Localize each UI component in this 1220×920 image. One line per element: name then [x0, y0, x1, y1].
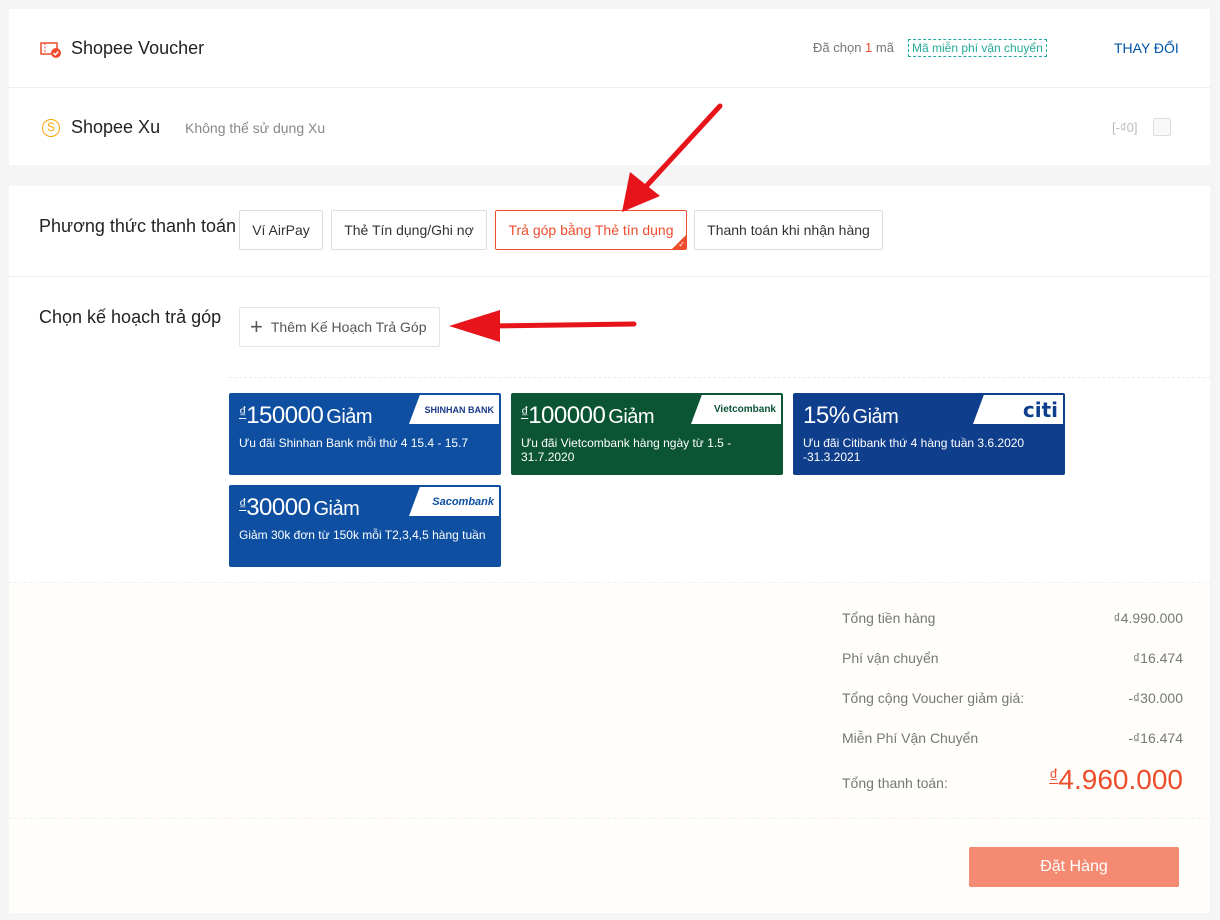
voucher-icon: [40, 42, 61, 58]
payment-installment-label: Trả góp bằng Thẻ tín dụng: [508, 222, 674, 238]
change-voucher-link[interactable]: THAY ĐỔI: [1114, 40, 1179, 56]
promo-giam: Giảm: [608, 406, 655, 428]
xu-value: [-₫0]: [1112, 120, 1138, 135]
currency-symbol: ₫: [239, 404, 247, 421]
promo-amount: ₫100000 Giảm: [521, 402, 655, 430]
vietcombank-logo: Vietcombank: [691, 395, 781, 424]
voucher-card: Shopee Voucher Đã chọn 1 mã Mã miễn phí …: [9, 9, 1210, 165]
promo-description: Ưu đãi Vietcombank hàng ngày từ 1.5 - 31…: [521, 436, 732, 464]
summary-value-subtotal: ₫4.990.000: [1113, 610, 1183, 626]
voucher-selected-prefix: Đã chọn: [813, 40, 862, 55]
add-installment-plan-label: Thêm Kế Hoạch Trả Góp: [270, 319, 427, 335]
bank-logo-text: citi: [1022, 397, 1058, 422]
installment-plan-label: Chọn kế hoạch trả góp: [39, 307, 222, 327]
free-shipping-tag: Mã miễn phí vận chuyển: [908, 39, 1047, 57]
order-footer: Đặt Hàng: [9, 818, 1210, 913]
currency-symbol: ₫: [521, 404, 529, 421]
divider: [9, 276, 1210, 277]
add-installment-plan-button[interactable]: + Thêm Kế Hoạch Trả Góp: [239, 307, 440, 347]
order-summary: Tổng tiền hàng ₫4.990.000 Phí vận chuyển…: [9, 582, 1210, 826]
promo-giam: Giảm: [313, 498, 360, 520]
payment-method-label: Phương thức thanh toán: [39, 216, 237, 236]
currency-symbol: ₫: [1049, 766, 1059, 786]
promo-amount-value: 150000: [246, 402, 324, 429]
currency-symbol: ₫: [239, 496, 247, 513]
promo-description: Giảm 30k đơn từ 150k mỗi T2,3,4,5 hàng t…: [239, 528, 486, 542]
summary-label-subtotal: Tổng tiền hàng: [842, 610, 936, 626]
promo-amount: ₫30000 Giảm: [239, 494, 360, 522]
payment-cod-button[interactable]: Thanh toán khi nhận hàng: [694, 210, 883, 250]
promo-giam: Giảm: [326, 406, 373, 428]
promo-card-vietcombank[interactable]: ₫100000 Giảm Ưu đãi Vietcombank hàng ngày…: [511, 393, 783, 475]
bank-logo-text: SHINHAN BANK: [424, 404, 495, 415]
promo-description: Ưu đãi Citibank thứ 4 hàng tuần 3.6.2020…: [803, 436, 1025, 464]
summary-label-voucher: Tổng cộng Voucher giảm giá:: [842, 690, 1025, 706]
promo-amount: 15% Giảm: [803, 402, 899, 430]
voucher-title: Shopee Voucher: [71, 38, 205, 58]
divider: [229, 377, 1210, 378]
bank-logo-text: Vietcombank: [713, 404, 776, 415]
plus-icon: +: [250, 314, 263, 339]
voucher-selected-suffix: mã: [875, 40, 894, 55]
promo-amount-value: 30000: [246, 494, 311, 521]
summary-value-shipping: ₫16.474: [1132, 650, 1183, 666]
check-icon: ✓: [678, 240, 685, 249]
payment-airpay-button[interactable]: Ví AirPay: [239, 210, 323, 250]
promo-card-sacombank[interactable]: ₫30000 Giảm Giảm 30k đơn từ 150k mỗi T2,3…: [229, 485, 501, 567]
promo-amount-value: 15%: [803, 402, 850, 429]
summary-value-voucher: -₫30.000: [1128, 690, 1183, 706]
payment-card-button[interactable]: Thẻ Tín dụng/Ghi nợ: [331, 210, 487, 250]
promo-card-shinhan[interactable]: ₫150000 Giảm Ưu đãi Shinhan Bank mỗi thứ …: [229, 393, 501, 475]
summary-value-total: ₫4.960.000: [1049, 764, 1183, 796]
voucher-selected-text: Đã chọn 1 mã: [813, 40, 894, 55]
coin-icon: S: [42, 119, 60, 137]
promo-card-citibank[interactable]: 15% Giảm Ưu đãi Citibank thứ 4 hàng tuần …: [793, 393, 1065, 475]
summary-label-total: Tổng thanh toán:: [842, 775, 948, 791]
place-order-button[interactable]: Đặt Hàng: [969, 847, 1179, 887]
citibank-logo: citi: [973, 395, 1063, 424]
xu-note: Không thể sử dụng Xu: [185, 120, 326, 136]
payment-installment-button[interactable]: Trả góp bằng Thẻ tín dụng ✓: [495, 210, 687, 250]
sacombank-logo: Sacombank: [409, 487, 499, 516]
summary-label-free-shipping: Miễn Phí Vận Chuyển: [842, 730, 979, 746]
promo-amount-value: 100000: [528, 402, 606, 429]
total-amount: 4.960.000: [1058, 764, 1183, 795]
xu-title: Shopee Xu: [71, 117, 161, 137]
bank-logo-text: Sacombank: [432, 495, 494, 508]
promo-giam: Giảm: [852, 406, 899, 428]
summary-label-shipping: Phí vận chuyển: [842, 650, 939, 666]
payment-card: Phương thức thanh toán Ví AirPay Thẻ Tín…: [9, 186, 1210, 826]
promo-amount: ₫150000 Giảm: [239, 402, 373, 430]
voucher-selected-count: 1: [865, 40, 873, 55]
summary-value-free-shipping: -₫16.474: [1128, 730, 1183, 746]
promo-description: Ưu đãi Shinhan Bank mỗi thứ 4 15.4 - 15.…: [239, 436, 469, 450]
xu-checkbox[interactable]: [1153, 118, 1171, 136]
shinhan-bank-logo: SHINHAN BANK: [409, 395, 499, 424]
